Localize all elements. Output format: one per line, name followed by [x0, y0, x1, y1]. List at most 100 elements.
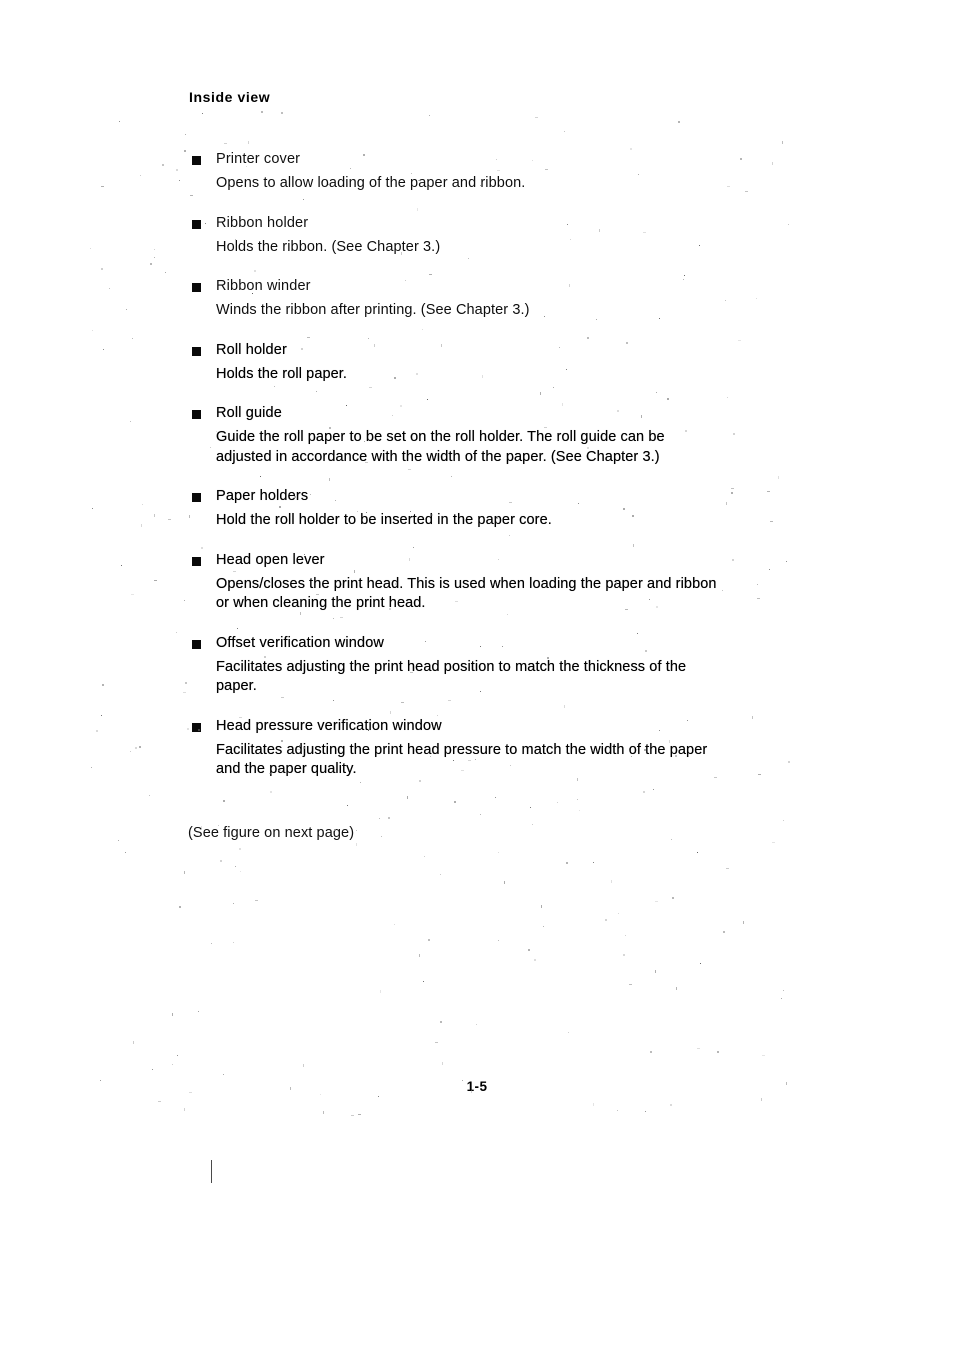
scan-speck	[769, 569, 770, 570]
scan-speck	[154, 580, 157, 581]
scan-speck	[475, 759, 476, 760]
scan-speck	[498, 559, 499, 560]
scan-speck	[697, 1048, 700, 1049]
scan-speck	[468, 258, 469, 259]
scan-speck	[731, 492, 733, 494]
scan-speck	[149, 795, 150, 796]
scan-speck	[476, 1024, 477, 1025]
scan-speck	[150, 263, 152, 265]
scan-speck	[389, 608, 391, 610]
scan-speck	[417, 208, 418, 211]
scan-speck	[596, 319, 597, 320]
scan-speck	[131, 594, 134, 595]
scan-speck	[757, 598, 760, 599]
scan-speck	[762, 1055, 765, 1056]
scan-speck	[133, 1041, 134, 1044]
scan-speck	[165, 272, 166, 273]
list-item-label: Roll guide	[216, 405, 282, 421]
scan-speck	[278, 770, 281, 771]
scan-speck	[139, 746, 141, 748]
scan-speck	[670, 1104, 672, 1106]
scan-speck	[354, 570, 355, 573]
scan-speck	[374, 344, 375, 347]
scan-speck	[255, 900, 258, 901]
scan-speck	[631, 756, 632, 757]
scan-speck	[328, 184, 329, 185]
scan-speck	[410, 511, 411, 512]
square-bullet-icon	[192, 219, 201, 229]
scan-speck	[454, 801, 456, 803]
scan-speck	[641, 415, 642, 418]
scan-speck	[184, 150, 186, 152]
scan-speck	[566, 862, 568, 864]
scan-speck	[92, 330, 93, 331]
scan-speck	[261, 111, 263, 113]
scan-speck	[448, 700, 451, 701]
scan-speck	[656, 606, 658, 608]
scan-speck	[154, 249, 155, 250]
scan-speck	[184, 1108, 185, 1111]
scan-speck	[570, 239, 571, 240]
scan-speck	[96, 730, 98, 732]
scan-speck	[758, 774, 761, 775]
scan-speck	[625, 935, 626, 936]
scan-speck	[401, 702, 404, 703]
scan-speck	[626, 342, 628, 344]
list-item-label: Head open lever	[216, 551, 325, 568]
list-item-description: Holds the ribbon. (See Chapter 3.)	[216, 238, 441, 255]
scan-speck	[179, 180, 180, 181]
scan-speck	[430, 756, 431, 757]
scan-speck	[678, 121, 680, 123]
scan-speck	[504, 881, 505, 884]
scan-speck	[756, 298, 757, 299]
scan-speck	[218, 825, 219, 826]
scan-speck	[429, 274, 432, 275]
scan-speck	[237, 628, 238, 629]
scan-speck	[248, 309, 249, 312]
scan-speck	[578, 503, 579, 504]
scan-speck	[633, 544, 634, 547]
scan-speck	[788, 224, 789, 225]
scan-speck	[101, 268, 103, 270]
scan-speck	[202, 113, 203, 114]
scan-speck	[233, 942, 234, 943]
scan-speck	[767, 491, 770, 492]
list-item-description: Holds the roll paper.	[216, 365, 348, 382]
scan-speck	[358, 1114, 361, 1115]
list-item: Offset verification window Facilitates a…	[189, 634, 789, 697]
square-bullet-icon	[192, 410, 201, 419]
scan-speck	[653, 789, 654, 790]
list-item-description: Hold the roll holder to be inserted in t…	[216, 512, 552, 528]
scan-speck	[269, 773, 272, 774]
scan-speck	[394, 924, 395, 925]
scan-speck	[650, 1051, 652, 1053]
scan-speck	[423, 981, 424, 982]
scan-speck	[656, 392, 657, 393]
scan-speck	[408, 469, 411, 470]
scan-speck	[625, 609, 628, 610]
scan-speck	[535, 117, 538, 118]
scan-speck	[726, 868, 729, 869]
list-item-label: Ribbon winder	[216, 278, 311, 294]
scan-speck	[684, 275, 685, 276]
list-item-description: Facilitates adjusting the print head pos…	[216, 658, 687, 695]
scan-speck	[410, 672, 413, 673]
scan-speck	[179, 906, 181, 908]
scan-speck	[334, 829, 336, 831]
scan-speck	[697, 852, 698, 853]
scan-speck	[629, 984, 632, 985]
scan-speck	[248, 141, 249, 144]
scan-speck	[223, 1074, 224, 1075]
scan-speck	[699, 245, 700, 246]
list-item-description: Winds the ribbon after printing. (See Ch…	[216, 302, 530, 318]
scan-speck	[333, 618, 334, 619]
scan-speck	[340, 617, 343, 618]
scan-speck	[294, 496, 296, 498]
scan-speck	[593, 862, 594, 863]
list-item-description: Opens/closes the print head. This is use…	[216, 575, 717, 612]
scan-speck	[740, 158, 742, 160]
scan-speck	[101, 186, 104, 187]
scan-speck	[509, 502, 512, 503]
scan-speck	[564, 131, 565, 132]
scan-speck	[416, 373, 418, 375]
